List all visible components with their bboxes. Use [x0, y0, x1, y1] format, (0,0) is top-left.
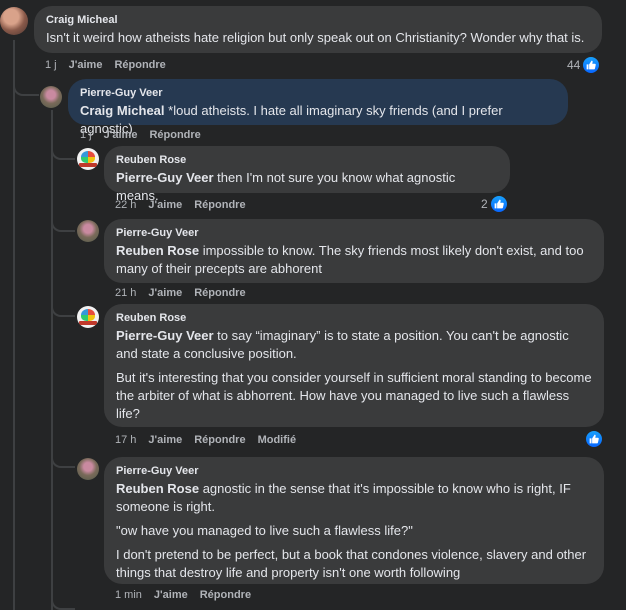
thread-connector [51, 451, 75, 468]
comment-bubble: Reuben Rose Pierre-Guy Veer to say “imag… [104, 304, 604, 427]
comment-paragraph: But it's interesting that you consider y… [116, 370, 592, 421]
comment-author[interactable]: Reuben Rose [116, 154, 498, 166]
reply-button[interactable]: Répondre [200, 589, 251, 601]
reaction-count[interactable] [586, 431, 602, 447]
thread-connector [51, 590, 75, 610]
thumbs-up-icon [490, 196, 507, 212]
reply-button[interactable]: Répondre [194, 287, 245, 299]
comment-time[interactable]: 1 j [45, 59, 57, 71]
comment-bubble: Pierre-Guy Veer Reuben Rose impossible t… [104, 219, 604, 283]
edited-label[interactable]: Modifié [258, 434, 297, 446]
comment-author[interactable]: Craig Micheal [46, 14, 590, 26]
comment-bubble: Reuben Rose Pierre-Guy Veer then I'm not… [104, 146, 510, 203]
reaction-count[interactable]: 2 [481, 196, 507, 212]
avatar[interactable] [0, 7, 28, 35]
thread-connector [51, 215, 75, 232]
comment-time[interactable]: 21 h [115, 287, 136, 299]
reaction-number: 44 [567, 58, 581, 72]
comment-text: Reuben Rose impossible to know. The sky … [116, 242, 592, 278]
like-button[interactable]: J'aime [154, 589, 188, 601]
comment-actions: 1 min J'aime Répondre [115, 589, 263, 601]
comment-actions: 17 h J'aime Répondre Modifié [115, 434, 308, 446]
thumbs-up-icon [583, 57, 600, 73]
comment-author[interactable]: Pierre-Guy Veer [80, 87, 556, 99]
comment-text: Pierre-Guy Veer to say “imaginary” is to… [116, 327, 592, 363]
comment-text: Isn't it weird how atheists hate religio… [46, 30, 585, 45]
comment-bubble: Craig Micheal Isn't it weird how atheist… [34, 6, 602, 53]
avatar[interactable] [77, 148, 99, 170]
like-button[interactable]: J'aime [69, 59, 103, 71]
thread-line [13, 40, 15, 610]
thumbs-up-icon [586, 431, 602, 447]
avatar[interactable] [77, 306, 99, 328]
comment-paragraph: "ow have you managed to live such a flaw… [116, 523, 413, 538]
reaction-number: 2 [481, 197, 488, 211]
reply-button[interactable]: Répondre [194, 199, 245, 211]
avatar[interactable] [77, 458, 99, 480]
mention[interactable]: Reuben Rose [116, 481, 199, 496]
mention[interactable]: Reuben Rose [116, 243, 199, 258]
comment-text: Reuben Rose agnostic in the sense that i… [116, 480, 592, 516]
avatar[interactable] [77, 220, 99, 242]
comment-paragraph: I don't pretend to be perfect, but a boo… [116, 547, 587, 580]
comment-actions: 22 h J'aime Répondre [115, 199, 258, 211]
comment-bubble: Pierre-Guy Veer Craig Micheal *loud athe… [68, 79, 568, 136]
like-button[interactable]: J'aime [148, 434, 182, 446]
comment-time[interactable]: 22 h [115, 199, 136, 211]
comment-bubble: Pierre-Guy Veer Reuben Rose agnostic in … [104, 457, 604, 584]
comment-author[interactable]: Pierre-Guy Veer [116, 465, 592, 477]
thread-line [51, 110, 53, 610]
reply-button[interactable]: Répondre [194, 434, 245, 446]
thread-connector [13, 78, 39, 96]
avatar[interactable] [40, 86, 62, 108]
mention[interactable]: Pierre-Guy Veer [116, 170, 214, 185]
like-button[interactable]: J'aime [104, 129, 138, 141]
comment-time[interactable]: 1 min [115, 589, 142, 601]
comment-actions: 1 j J'aime Répondre [80, 129, 213, 141]
like-button[interactable]: J'aime [148, 199, 182, 211]
thread-connector [51, 300, 75, 317]
comment-actions: 21 h J'aime Répondre [115, 287, 258, 299]
mention[interactable]: Craig Micheal [80, 103, 165, 118]
comment-author[interactable]: Reuben Rose [116, 312, 592, 324]
like-button[interactable]: J'aime [148, 287, 182, 299]
comment-time[interactable]: 17 h [115, 434, 136, 446]
reaction-count[interactable]: 44 [567, 57, 600, 73]
comment-actions: 1 j J'aime Répondre [45, 59, 178, 71]
comment-author[interactable]: Pierre-Guy Veer [116, 227, 592, 239]
reply-button[interactable]: Répondre [149, 129, 200, 141]
comment-time[interactable]: 1 j [80, 129, 92, 141]
thread-connector [51, 143, 75, 160]
reply-button[interactable]: Répondre [114, 59, 165, 71]
mention[interactable]: Pierre-Guy Veer [116, 328, 214, 343]
